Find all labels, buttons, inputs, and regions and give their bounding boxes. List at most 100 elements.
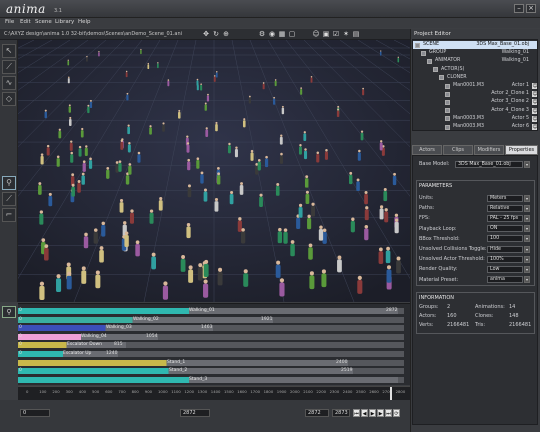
end-frame-field[interactable]: 2872 [305, 409, 329, 417]
param-value[interactable]: Hide [487, 245, 523, 253]
tree-node[interactable]: Man0003.M3 Actor 6 ☺ [413, 123, 537, 130]
timeline-clip-label: Escalator Up [63, 351, 92, 356]
crowd-actor-head [386, 265, 392, 270]
tab-actors[interactable]: Actors [412, 145, 442, 155]
loop-button[interactable]: ⟳ [393, 409, 400, 417]
stairs-tool-icon[interactable]: ⌐ [2, 208, 16, 222]
total-frame-field[interactable]: 2873 [332, 409, 350, 417]
crowd-actor [397, 57, 400, 63]
actor-visibility-icon[interactable]: ☺ [532, 99, 537, 106]
menu-help[interactable]: Help [78, 19, 91, 25]
path-tool-icon[interactable]: ⟋ [2, 192, 16, 206]
actor-visibility-icon[interactable]: ☺ [532, 83, 537, 89]
lock-icon[interactable]: ▣ [322, 30, 330, 38]
start-frame-field[interactable]: 0 [20, 409, 50, 417]
actor-visibility-icon[interactable]: ☺ [532, 91, 537, 98]
prev-frame-button[interactable]: ◀ [361, 409, 368, 417]
tree-node[interactable]: SCENE 3DS Max_Base_01.obj [413, 41, 537, 49]
crowd-actor-head [393, 172, 396, 176]
tree-node[interactable]: Actor 4_Clone 3 ☺ [413, 107, 537, 115]
actor-visibility-icon[interactable]: ☺ [532, 124, 537, 130]
ruler-tick-label: 2300 [329, 389, 340, 394]
camera-icon[interactable]: ◉ [268, 30, 276, 38]
orbit-icon[interactable]: ↻ [212, 30, 220, 38]
tree-node[interactable]: ANIMATOR Walking_01 [413, 57, 537, 65]
actor-visibility-icon[interactable]: ☺ [532, 107, 537, 114]
crowd-actor [350, 220, 355, 233]
param-value[interactable]: ON [487, 225, 523, 233]
go-end-button[interactable]: ⏭ [385, 409, 392, 417]
close-button[interactable]: × [526, 4, 536, 13]
actor-tool-icon[interactable]: ⚲ [2, 176, 16, 190]
menu-library[interactable]: Library [55, 19, 74, 25]
zoom-icon[interactable]: ⊕ [222, 30, 230, 38]
crowd-actor [115, 163, 119, 173]
param-dropdown-icon[interactable]: ▾ [524, 214, 530, 222]
param-dropdown-icon[interactable]: ▾ [524, 235, 530, 243]
tree-node[interactable]: Man0001.M3 Actor 1 ☺ [413, 82, 537, 90]
playhead[interactable] [390, 387, 392, 400]
param-dropdown-icon[interactable]: ▾ [524, 204, 530, 212]
param-value[interactable]: Meters [487, 194, 523, 202]
frame-icon[interactable]: ▢ [288, 30, 296, 38]
timeline-ruler[interactable]: 0 100 200 300 400 500 600 700 800 900 1000 1100 1200… [18, 386, 410, 400]
crowd-actor-head [44, 244, 49, 248]
ruler-tick-label: 800 [131, 389, 139, 394]
actor-visibility-icon[interactable]: ☺ [532, 115, 537, 122]
tree-node[interactable]: Actor 3_Clone 2 ☺ [413, 98, 537, 106]
render-icon[interactable]: ▤ [352, 30, 360, 38]
tab-modifiers[interactable]: Modifiers [474, 145, 504, 155]
timeline-clip[interactable] [18, 376, 398, 383]
settings-icon[interactable]: ⚙ [258, 30, 266, 38]
menu-edit[interactable]: Edit [20, 19, 31, 25]
3d-viewport[interactable] [18, 40, 410, 302]
current-frame-field[interactable]: 2872 [180, 409, 210, 417]
param-dropdown-icon[interactable]: ▾ [524, 225, 530, 233]
select-tool-icon[interactable]: ↖ [2, 44, 16, 58]
crowd-actor-head [204, 102, 207, 105]
crowd-actor-head [71, 173, 75, 177]
tab-properties[interactable]: Properties [505, 145, 538, 155]
pan-icon[interactable]: ✥ [202, 30, 210, 38]
tab-clips[interactable]: Clips [443, 145, 473, 155]
base-model-dropdown-icon[interactable]: ▾ [524, 161, 530, 168]
crowd-actor [213, 76, 216, 82]
param-dropdown-icon[interactable]: ▾ [524, 194, 530, 202]
area-tool-icon[interactable]: ◇ [2, 92, 16, 106]
crowd-actor [379, 208, 384, 220]
tree-node[interactable]: GROUP Walking_01 [413, 49, 537, 57]
person-icon[interactable]: ☺ [312, 30, 320, 38]
crowd-actor-head [356, 178, 360, 182]
param-value[interactable]: Low [487, 265, 523, 273]
curve-tool-icon[interactable]: ∿ [2, 76, 16, 90]
param-value[interactable]: 100% [487, 255, 523, 263]
param-value[interactable]: Relative [487, 204, 523, 212]
tree-node[interactable]: Man0003.M3 Actor 5 ☺ [413, 115, 537, 123]
draw-path-tool-icon[interactable]: ⟋ [2, 60, 16, 74]
project-tree[interactable]: SCENE 3DS Max_Base_01.obj GROUP Walking_01 A… [412, 39, 538, 131]
param-dropdown-icon[interactable]: ▾ [524, 245, 530, 253]
tree-node[interactable]: ACTOR(S) [413, 66, 537, 74]
menu-file[interactable]: File [5, 19, 14, 25]
crowd-actor [203, 191, 208, 202]
tree-node[interactable]: CLONER [413, 74, 537, 82]
check-icon[interactable]: ☑ [332, 30, 340, 38]
param-value[interactable]: anima [487, 276, 523, 284]
param-value[interactable]: PAL - 25 fps [487, 214, 523, 222]
menu-scene[interactable]: Scene [35, 19, 52, 25]
star-icon[interactable]: ✶ [342, 30, 350, 38]
crowd-actor-head [84, 232, 88, 237]
base-model-field[interactable]: 3DS Max_Base_01.obj [455, 161, 523, 168]
param-dropdown-icon[interactable]: ▾ [524, 276, 530, 284]
tree-node[interactable]: Actor 2_Clone 1 ☺ [413, 90, 537, 98]
param-value[interactable]: 100 [487, 235, 523, 243]
next-frame-button[interactable]: ▶ [377, 409, 384, 417]
play-button[interactable]: ▶ [369, 409, 376, 417]
timeline-tool-icon[interactable]: ⚲ [2, 306, 16, 318]
go-start-button[interactable]: ⏮ [353, 409, 360, 417]
param-dropdown-icon[interactable]: ▾ [524, 255, 530, 263]
grid-icon[interactable]: ▦ [278, 30, 286, 38]
param-dropdown-icon[interactable]: ▾ [524, 265, 530, 273]
minimize-button[interactable]: – [514, 4, 524, 13]
crowd-actor [39, 285, 45, 300]
